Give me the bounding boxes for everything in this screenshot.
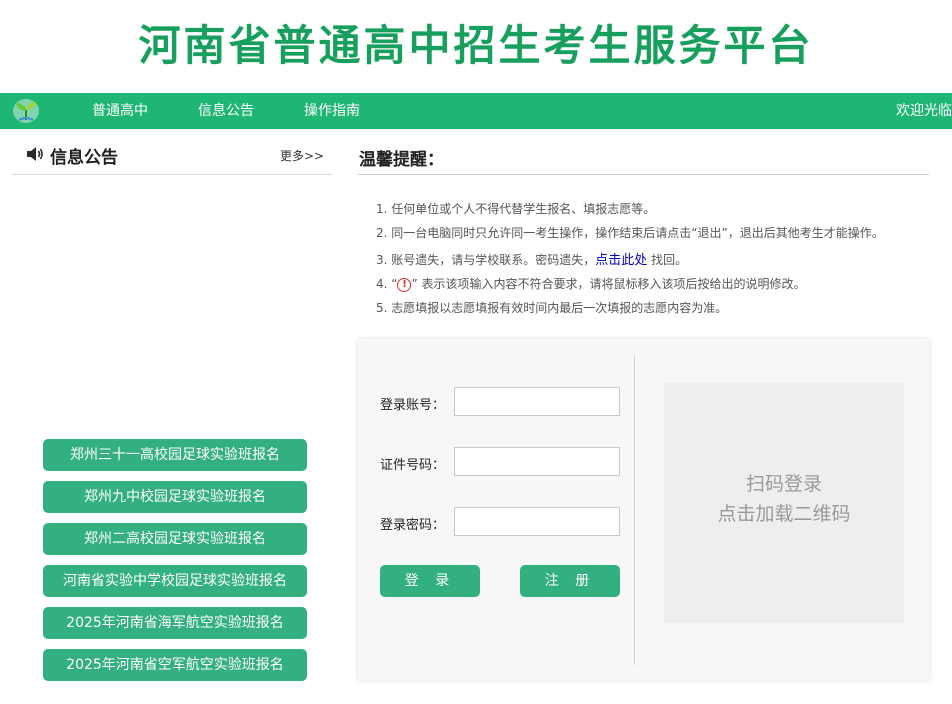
password-label: 登录密码： [380, 518, 446, 533]
recover-password-link[interactable]: 点击此处 [595, 253, 647, 268]
tip-item-5: 5. 志愿填报以志愿填报有效时间内最后一次填报的志愿内容为准。 [376, 301, 728, 315]
account-input[interactable] [454, 387, 620, 416]
tips-title: 温馨提醒： [359, 150, 444, 170]
tip-item-2: 2. 同一台电脑同时只允许同一考生操作，操作结束后请点击“退出”，退出后其他考生… [376, 226, 884, 240]
nav-item-guide[interactable]: 操作指南 [304, 93, 360, 129]
sprout-logo-icon [12, 98, 40, 124]
qr-code-area[interactable]: 扫码登录 点击加载二维码 [664, 383, 904, 623]
tips-header: 温馨提醒： [358, 140, 929, 175]
welcome-text: 欢迎光临 [896, 103, 952, 119]
register-navy-aviation-button[interactable]: 2025年河南省海军航空实验班报名 [43, 607, 307, 639]
tip-item-4-after: ” 表示该项输入内容不符合要求，请将鼠标移入该项后按给出的说明修改。 [411, 277, 806, 291]
register-zz9-football-button[interactable]: 郑州九中校园足球实验班报名 [43, 481, 307, 513]
notice-title: 信息公告 [50, 148, 118, 168]
register-henan-experimental-football-button[interactable]: 河南省实验中学校园足球实验班报名 [43, 565, 307, 597]
tip-item-3-after: 找回。 [647, 253, 688, 267]
register-airforce-aviation-button[interactable]: 2025年河南省空军航空实验班报名 [43, 649, 307, 681]
id-number-label: 证件号码： [380, 458, 446, 473]
qr-load-label: 点击加载二维码 [717, 503, 851, 525]
site-title: 河南省普通高中招生考生服务平台 [138, 21, 814, 70]
tip-item-1: 1. 任何单位或个人不得代替学生报名、填报志愿等。 [376, 202, 656, 216]
nav-item-high-school[interactable]: 普通高中 [92, 93, 148, 129]
tip-item-4: 4. “!” 表示该项输入内容不符合要求，请将鼠标移入该项后按给出的说明修改。 [376, 275, 806, 292]
notice-more-link[interactable]: 更多>> [280, 147, 324, 164]
qr-login-label: 扫码登录 [745, 473, 822, 495]
register-zz31-football-button[interactable]: 郑州三十一高校园足球实验班报名 [43, 439, 307, 471]
page: 河南省普通高中招生考生服务平台 普通高中 信息公告 操作指南 欢迎光临 信息公告… [0, 0, 952, 704]
register-zz2-football-button[interactable]: 郑州二高校园足球实验班报名 [43, 523, 307, 555]
speaker-icon [26, 146, 44, 162]
id-number-input[interactable] [454, 447, 620, 476]
top-navbar: 普通高中 信息公告 操作指南 欢迎光临 [0, 93, 952, 129]
warning-icon: ! [397, 278, 412, 292]
account-label: 登录账号： [380, 398, 446, 413]
login-panel: 登录账号： 证件号码： 登录密码： 登 录 注 册 扫码登录 点击加载二维码 [358, 339, 929, 680]
tip-item-3: 3. 账号遗失，请与学校联系。密码遗失，点击此处 找回。 [376, 249, 687, 268]
password-input[interactable] [454, 507, 620, 536]
panel-divider [634, 355, 635, 665]
register-button[interactable]: 注 册 [520, 565, 620, 597]
nav-item-announcements[interactable]: 信息公告 [198, 93, 254, 129]
site-banner: 河南省普通高中招生考生服务平台 [0, 0, 952, 93]
notice-header: 信息公告 更多>> [12, 140, 332, 175]
tip-item-3-text: 3. 账号遗失，请与学校联系。密码遗失， [376, 253, 596, 267]
tip-item-4-text: 4. “ [376, 277, 398, 291]
login-button[interactable]: 登 录 [380, 565, 480, 597]
